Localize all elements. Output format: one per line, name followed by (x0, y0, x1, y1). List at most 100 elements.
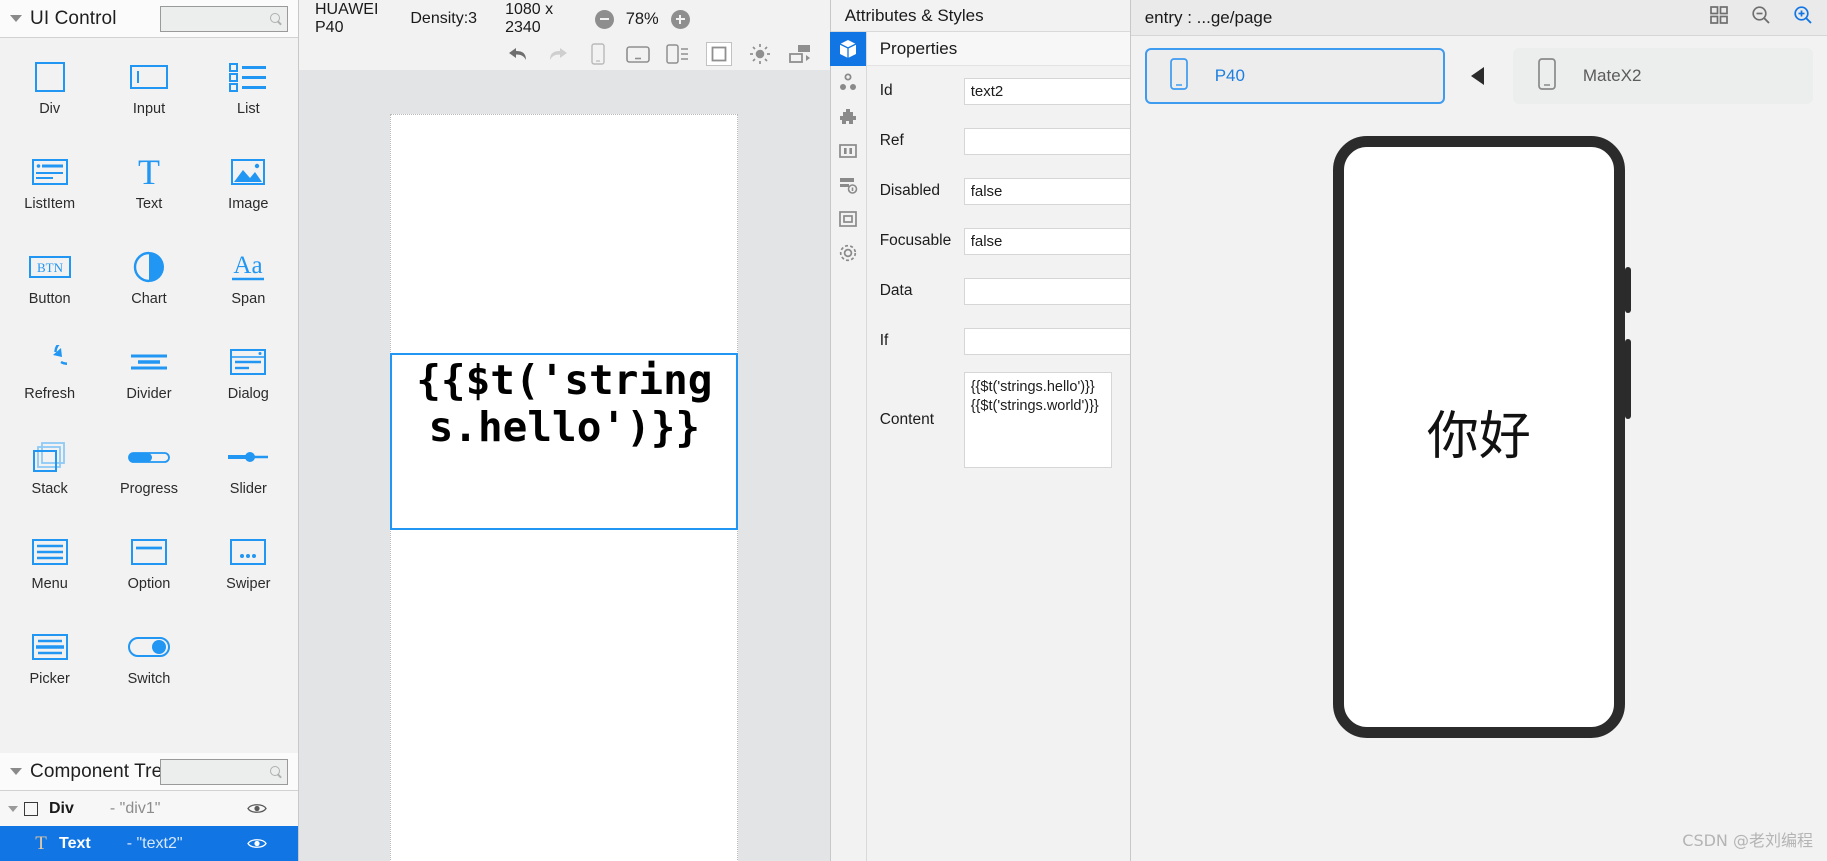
palette-item-chart[interactable]: Chart (99, 246, 198, 316)
previewer-header-actions (1709, 5, 1813, 30)
previewer-header: entry : ...ge/page (1130, 0, 1827, 36)
palette-item-image[interactable]: Image (199, 151, 298, 221)
menu-icon (26, 531, 74, 573)
device-tab-label: P40 (1214, 66, 1245, 85)
zoom-level: 78% (625, 9, 659, 28)
property-label-id: Id (879, 82, 893, 99)
watermark: CSDN @老刘编程 (1682, 831, 1813, 850)
property-label-focusable: Focusable (879, 232, 952, 249)
properties-title: Properties (866, 32, 1130, 66)
palette-item-listitem[interactable]: ListItem (0, 151, 99, 221)
palette-item-picker[interactable]: Picker (0, 626, 99, 696)
puzzle-icon[interactable] (830, 100, 866, 134)
palette-label: Refresh (24, 386, 76, 402)
previewer-stage: 你好 (1130, 108, 1827, 861)
properties-icon-rail (830, 32, 867, 861)
palette-item-dialog[interactable]: Dialog (199, 341, 298, 411)
palette-item-list[interactable]: List (199, 56, 298, 126)
palette-item-menu[interactable]: Menu (0, 531, 99, 601)
eye-icon[interactable] (246, 802, 268, 816)
relations-icon[interactable] (830, 66, 866, 100)
property-row-data: Data (867, 266, 1177, 316)
tree-node-div[interactable]: Div - "div1" (0, 791, 298, 826)
design-canvas[interactable]: {{$t('strings.hello')}} (299, 70, 830, 861)
switch-icon (125, 626, 173, 668)
palette-item-swiper[interactable]: Swiper (199, 531, 298, 601)
phone-icon[interactable] (586, 43, 610, 65)
chevron-down-icon[interactable] (10, 15, 22, 22)
ui-control-search[interactable] (160, 5, 288, 32)
property-row-if: If (867, 316, 1177, 366)
canvas-panel: HUAWEI P40 Density:3 1080 x 2340 78% {{$… (299, 0, 830, 861)
property-label-if: If (879, 332, 889, 349)
property-label-content: Content (879, 411, 935, 428)
listitem-icon (26, 151, 74, 193)
device-mockup[interactable]: 你好 (1332, 136, 1631, 738)
property-row-id: Id (867, 66, 1177, 116)
properties-body: Properties Id Ref Disabled Focusable (830, 32, 1177, 861)
palette-label: Progress (119, 481, 178, 497)
form-info-icon[interactable] (830, 168, 866, 202)
zoom-in-icon[interactable] (1793, 5, 1813, 30)
device-tab-matex2[interactable]: MateX2 (1512, 48, 1813, 104)
zoom-in-button[interactable] (670, 9, 690, 29)
palette-item-progress[interactable]: Progress (99, 436, 198, 506)
palette-item-button[interactable]: BTN Button (0, 246, 99, 316)
previewer-collapse-button[interactable] (1459, 48, 1499, 104)
left-panel: UI Control Div Input List ListItem T Tex… (0, 0, 299, 861)
palette-item-option[interactable]: Option (99, 531, 198, 601)
property-input-content[interactable] (963, 372, 1112, 468)
attributes-styles-header: Attributes & Styles (830, 0, 1130, 32)
palette-label: Slider (229, 481, 267, 497)
columns-icon[interactable] (830, 134, 866, 168)
square-frame-icon[interactable] (705, 42, 732, 66)
component-tree-search[interactable] (160, 758, 288, 785)
palette-label: Swiper (226, 576, 271, 592)
palette-item-input[interactable]: Input (99, 56, 198, 126)
layout-swap-icon[interactable] (788, 43, 812, 65)
search-icon (270, 765, 282, 778)
ui-control-header[interactable]: UI Control (0, 0, 298, 38)
canvas-page-frame[interactable]: {{$t('strings.hello')}} (390, 114, 739, 861)
previewer-device-tabs: P40 MateX2 (1130, 36, 1827, 108)
zoom-out-button[interactable] (594, 9, 614, 29)
palette-item-refresh[interactable]: Refresh (0, 341, 99, 411)
component-tree-header[interactable]: Component Tree (0, 753, 298, 791)
cube-icon[interactable] (830, 32, 867, 66)
chevron-down-icon[interactable] (10, 768, 22, 775)
grid-view-icon[interactable] (1709, 5, 1729, 30)
palette-label: Text (135, 196, 163, 212)
palette-label: Divider (126, 386, 172, 402)
palette-label: Dialog (227, 386, 269, 402)
search-icon (270, 12, 282, 25)
palette-item-div[interactable]: Div (0, 56, 99, 126)
redo-icon[interactable] (546, 43, 570, 65)
device-tab-p40[interactable]: P40 (1144, 48, 1445, 104)
checkbox-icon[interactable] (24, 801, 38, 816)
undo-icon[interactable] (506, 43, 530, 65)
button-icon: BTN (26, 246, 74, 288)
tree-node-text[interactable]: T Text - "text2" (0, 826, 298, 861)
previewer-panel: entry : ...ge/page P40 MateX2 你好 CSDN @老… (1129, 0, 1827, 861)
zoom-out-icon[interactable] (1751, 5, 1771, 30)
device-tab-label: MateX2 (1582, 66, 1642, 85)
swiper-icon (224, 531, 272, 573)
canvas-selected-text-node[interactable]: {{$t('strings.hello')}} (390, 353, 739, 530)
brightness-icon[interactable] (748, 43, 772, 65)
palette-item-span[interactable]: Aa Span (199, 246, 298, 316)
palette-item-stack[interactable]: Stack (0, 436, 99, 506)
frame-icon[interactable] (830, 202, 866, 236)
tablet-icon[interactable] (625, 43, 650, 65)
foldable-icon[interactable] (665, 43, 690, 65)
property-row-disabled: Disabled (867, 166, 1177, 216)
palette-item-text[interactable]: T Text (99, 151, 198, 221)
input-icon (125, 56, 173, 98)
settings-icon[interactable] (830, 236, 866, 270)
deveco-previewer-window: UI Control Div Input List ListItem T Tex… (0, 0, 1827, 861)
chevron-down-icon[interactable] (8, 805, 18, 812)
tree-node-type: Text (59, 834, 91, 852)
eye-icon[interactable] (246, 837, 268, 851)
palette-item-divider[interactable]: Divider (99, 341, 198, 411)
palette-item-slider[interactable]: Slider (199, 436, 298, 506)
palette-item-switch[interactable]: Switch (99, 626, 198, 696)
